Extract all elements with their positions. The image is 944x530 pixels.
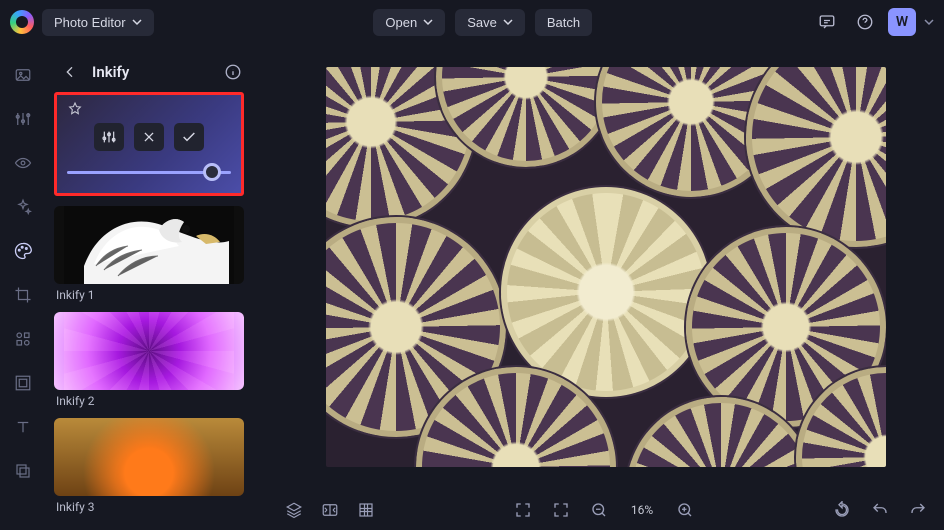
rail-text-icon[interactable] (8, 412, 38, 442)
slider-thumb[interactable] (203, 163, 221, 181)
preset-card: Inkify 1 (54, 206, 244, 302)
app-name: Photo Editor (54, 15, 126, 30)
rail-image-icon[interactable] (8, 60, 38, 90)
rail-crop-icon[interactable] (8, 280, 38, 310)
apply-button[interactable] (174, 123, 204, 151)
batch-button[interactable]: Batch (535, 9, 592, 36)
preset-thumb[interactable] (54, 206, 244, 284)
chevron-down-icon (503, 17, 513, 27)
topbar: Photo Editor Open Save Batch W (0, 0, 944, 44)
layers-button[interactable] (282, 498, 306, 522)
compare-button[interactable] (318, 498, 342, 522)
zoom-in-button[interactable] (673, 498, 697, 522)
tool-rail (0, 44, 46, 530)
intensity-slider[interactable] (67, 163, 231, 181)
effect-settings-button[interactable] (94, 123, 124, 151)
panel-title: Inkify (92, 63, 129, 81)
preset-label: Inkify 2 (54, 394, 244, 408)
open-button[interactable]: Open (373, 9, 445, 36)
fullscreen-button[interactable] (511, 498, 535, 522)
app-logo-icon (10, 10, 34, 34)
bottombar: 16% (268, 490, 944, 530)
save-button[interactable]: Save (455, 9, 525, 36)
account-menu-caret[interactable] (924, 17, 934, 27)
undo-button[interactable] (868, 498, 892, 522)
help-icon[interactable] (850, 7, 880, 37)
preset-card: Inkify 2 (54, 312, 244, 408)
rail-sparkle-icon[interactable] (8, 192, 38, 222)
canvas-area (268, 44, 944, 490)
panel-header: Inkify (54, 52, 248, 92)
rail-layers-icon[interactable] (8, 456, 38, 486)
preset-card: Inkify 3 (54, 418, 244, 514)
rail-frame-icon[interactable] (8, 368, 38, 398)
preset-thumb[interactable] (54, 312, 244, 390)
chevron-down-icon (423, 17, 433, 27)
redo-button[interactable] (906, 498, 930, 522)
preset-thumb[interactable] (54, 418, 244, 496)
rail-eye-icon[interactable] (8, 148, 38, 178)
panel-scroll[interactable]: Inkify 1 Inkify 2 Inkify 3 (54, 92, 252, 530)
avatar[interactable]: W (888, 8, 916, 36)
back-button[interactable] (58, 60, 82, 84)
preset-label: Inkify 3 (54, 500, 244, 514)
favorite-star-icon[interactable] (67, 101, 83, 117)
rail-adjust-icon[interactable] (8, 104, 38, 134)
zoom-out-button[interactable] (587, 498, 611, 522)
grid-button[interactable] (354, 498, 378, 522)
app-switcher[interactable]: Photo Editor (42, 9, 154, 36)
rail-elements-icon[interactable] (8, 324, 38, 354)
fit-button[interactable] (549, 498, 573, 522)
reset-button[interactable] (830, 498, 854, 522)
feedback-icon[interactable] (812, 7, 842, 37)
preset-label: Inkify 1 (54, 288, 244, 302)
chevron-down-icon (132, 17, 142, 27)
zoom-percentage: 16% (625, 503, 659, 517)
effects-panel: Inkify (46, 44, 258, 530)
info-icon[interactable] (222, 61, 244, 83)
active-effect-card (54, 92, 244, 196)
cancel-button[interactable] (134, 123, 164, 151)
rail-palette-icon[interactable] (8, 236, 38, 266)
canvas[interactable] (326, 67, 886, 467)
